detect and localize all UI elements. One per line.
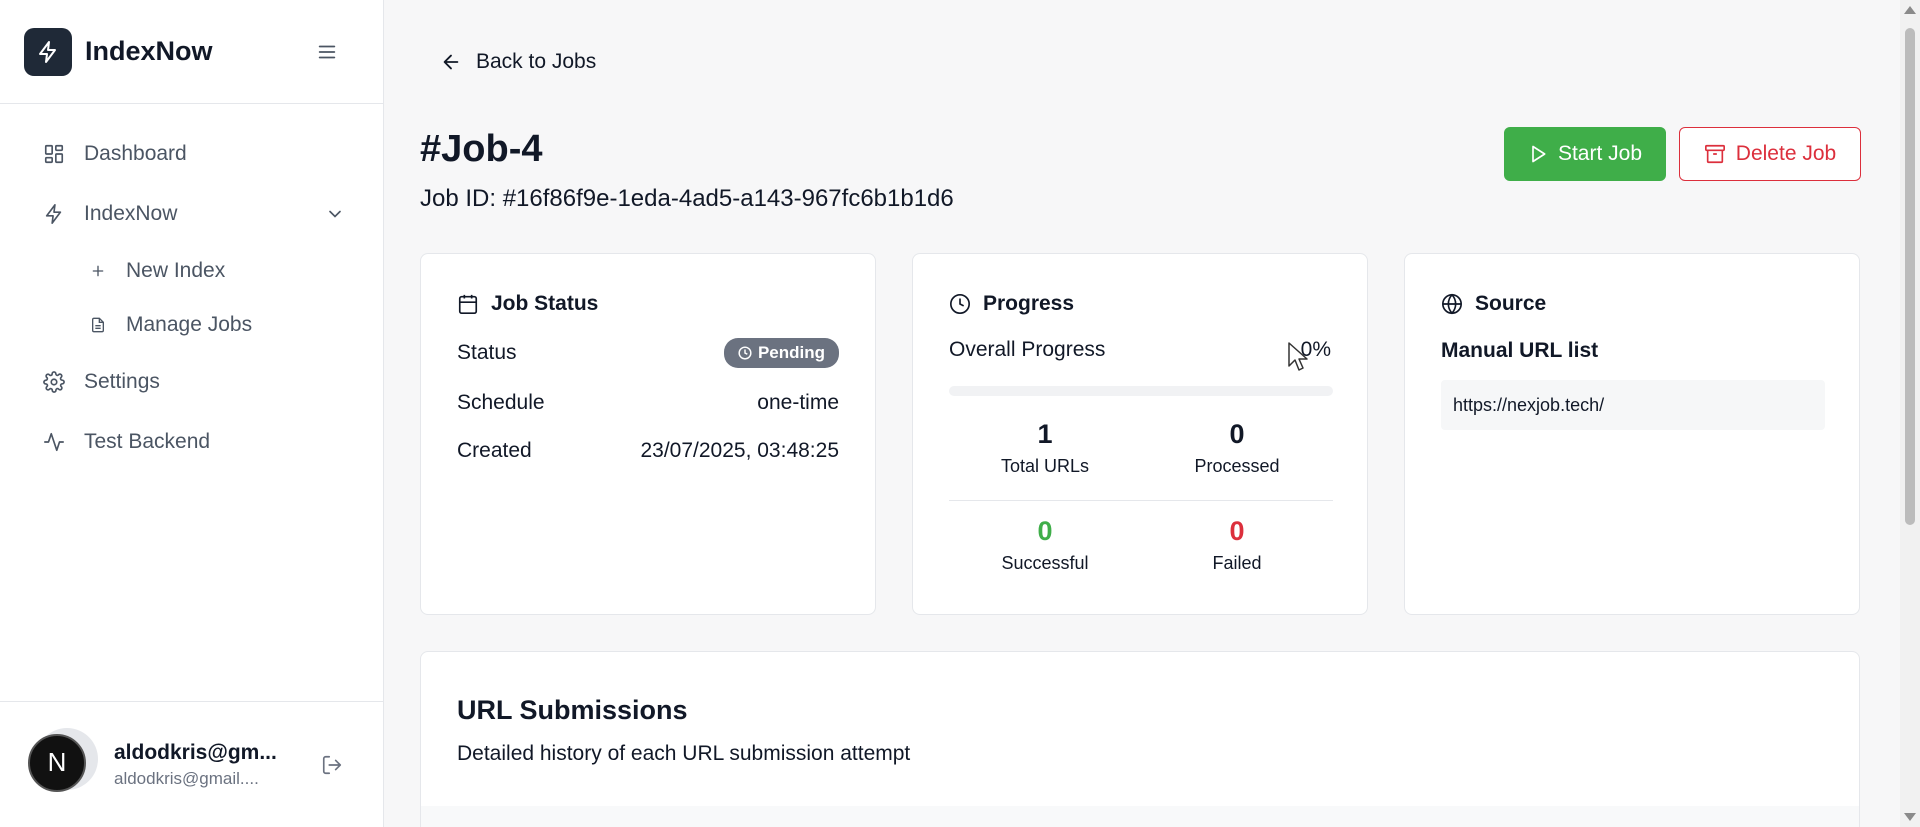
- sidebar-item-settings[interactable]: Settings: [0, 352, 383, 412]
- url-submissions-title: URL Submissions: [457, 695, 688, 725]
- stats-divider: [949, 500, 1333, 501]
- user-email: aldodkris@gmail....: [114, 768, 259, 788]
- avatar[interactable]: N: [28, 727, 98, 796]
- status-badge: Pending: [723, 338, 839, 368]
- scroll-thumb[interactable]: [1905, 28, 1915, 525]
- back-label: Back to Jobs: [476, 50, 597, 73]
- brand-header: IndexNow: [0, 0, 383, 104]
- start-job-label: Start Job: [1557, 142, 1643, 165]
- main-content: Back to Jobs #Job-4 Job ID: #16f86f9e-1e…: [384, 0, 1900, 827]
- arrow-left-icon: [440, 51, 462, 73]
- clock-icon: [949, 293, 971, 315]
- created-value: 23/07/2025, 03:48:25: [640, 439, 839, 462]
- sidebar-item-manage-jobs[interactable]: Manage Jobs: [0, 298, 383, 352]
- stat-processed: 0 Processed: [1141, 419, 1333, 477]
- progress-header: Progress: [949, 292, 1074, 316]
- archive-icon: [1704, 143, 1726, 165]
- bolt-icon: [42, 202, 66, 226]
- source-url: https://nexjob.tech/: [1441, 380, 1825, 430]
- schedule-label: Schedule: [457, 391, 545, 414]
- overall-progress-label: Overall Progress: [949, 338, 1106, 361]
- stat-failed-label: Failed: [1212, 553, 1262, 573]
- bolt-icon: [39, 40, 56, 63]
- sidebar-item-indexnow[interactable]: IndexNow: [0, 184, 383, 244]
- chevron-down-icon: [323, 202, 347, 226]
- menu-toggle-button[interactable]: [313, 38, 341, 66]
- job-id: Job ID: #16f86f9e-1eda-4ad5-a143-967fc6b…: [420, 185, 954, 212]
- source-header: Source: [1441, 292, 1546, 316]
- delete-job-label: Delete Job: [1735, 142, 1837, 165]
- sidebar-item-label: Dashboard: [84, 142, 187, 165]
- user-profile: N aldodkris@gm... aldodkris@gmail....: [0, 701, 384, 827]
- dashboard-icon: [42, 142, 66, 166]
- hamburger-icon: [318, 45, 336, 58]
- gear-icon: [42, 370, 66, 394]
- job-status-title: Job Status: [491, 292, 599, 315]
- app-logo[interactable]: [24, 27, 72, 76]
- sidebar-item-label: New Index: [126, 259, 226, 282]
- stat-total-label: Total URLs: [1000, 456, 1090, 476]
- sidebar-item-label: Manage Jobs: [126, 313, 253, 336]
- scroll-down-arrow[interactable]: [1904, 813, 1916, 821]
- stat-total: 1 Total URLs: [949, 419, 1141, 477]
- progress-title: Progress: [983, 292, 1075, 315]
- sidebar-item-label: Settings: [84, 370, 160, 393]
- schedule-row: Schedule one-time: [457, 391, 839, 415]
- stat-successful: 0 Successful: [949, 516, 1141, 574]
- logout-icon: [322, 755, 342, 774]
- avatar-initial: N: [28, 733, 86, 792]
- start-job-button[interactable]: Start Job: [1504, 127, 1666, 181]
- stat-total-value: 1: [1037, 419, 1053, 449]
- source-card: Source Manual URL list https://nexjob.te…: [1404, 253, 1860, 615]
- vertical-scrollbar[interactable]: [1900, 0, 1920, 827]
- delete-job-button[interactable]: Delete Job: [1679, 127, 1861, 181]
- scroll-up-arrow[interactable]: [1904, 6, 1916, 14]
- brand-name: IndexNow: [85, 36, 213, 66]
- stat-failed-value: 0: [1229, 516, 1245, 546]
- url-submissions-description: Detailed history of each URL submission …: [457, 742, 911, 765]
- stat-processed-value: 0: [1229, 419, 1245, 449]
- sidebar-item-label: Test Backend: [84, 430, 211, 453]
- job-status-card: Job Status Status Pending Schedule one-t…: [420, 253, 876, 615]
- page-title: #Job-4: [420, 128, 543, 170]
- overall-progress-row: Overall Progress 0%: [949, 338, 1331, 362]
- activity-icon: [42, 430, 66, 454]
- schedule-value: one-time: [757, 391, 839, 414]
- stat-successful-label: Successful: [1001, 553, 1089, 573]
- source-title: Source: [1475, 292, 1547, 315]
- logout-button[interactable]: [318, 751, 346, 779]
- file-icon: [88, 315, 108, 335]
- status-value: Pending: [757, 343, 825, 362]
- sidebar-item-test-backend[interactable]: Test Backend: [0, 412, 383, 472]
- play-icon: [1528, 144, 1548, 164]
- stat-successful-value: 0: [1037, 516, 1053, 546]
- user-info: aldodkris@gm... aldodkris@gmail....: [114, 741, 294, 789]
- back-to-jobs-link[interactable]: Back to Jobs: [440, 50, 596, 74]
- progress-card: Progress Overall Progress 0% 1 Total URL…: [912, 253, 1368, 615]
- sidebar-item-new-index[interactable]: New Index: [0, 244, 383, 298]
- submissions-table-header: [421, 806, 1859, 827]
- sidebar: IndexNow Dashboard IndexNow New Index Ma…: [0, 0, 384, 827]
- url-submissions-card: URL Submissions Detailed history of each…: [420, 651, 1860, 827]
- status-row: Status Pending: [457, 338, 839, 368]
- source-type: Manual URL list: [1441, 339, 1599, 362]
- created-label: Created: [457, 439, 532, 462]
- sidebar-item-dashboard[interactable]: Dashboard: [0, 124, 383, 184]
- progress-bar: [949, 386, 1333, 396]
- calendar-icon: [457, 293, 479, 315]
- stat-failed: 0 Failed: [1141, 516, 1333, 574]
- created-row: Created 23/07/2025, 03:48:25: [457, 439, 839, 463]
- status-label: Status: [457, 341, 517, 364]
- job-status-header: Job Status: [457, 292, 598, 316]
- user-name: aldodkris@gm...: [114, 740, 277, 764]
- stat-processed-label: Processed: [1194, 456, 1280, 476]
- plus-icon: [88, 261, 108, 281]
- mouse-cursor-icon: [1288, 342, 1308, 371]
- sidebar-item-label: IndexNow: [84, 202, 178, 225]
- clock-icon: [738, 346, 752, 360]
- globe-icon: [1441, 293, 1463, 315]
- sidebar-nav: Dashboard IndexNow New Index Manage Jobs: [0, 104, 383, 472]
